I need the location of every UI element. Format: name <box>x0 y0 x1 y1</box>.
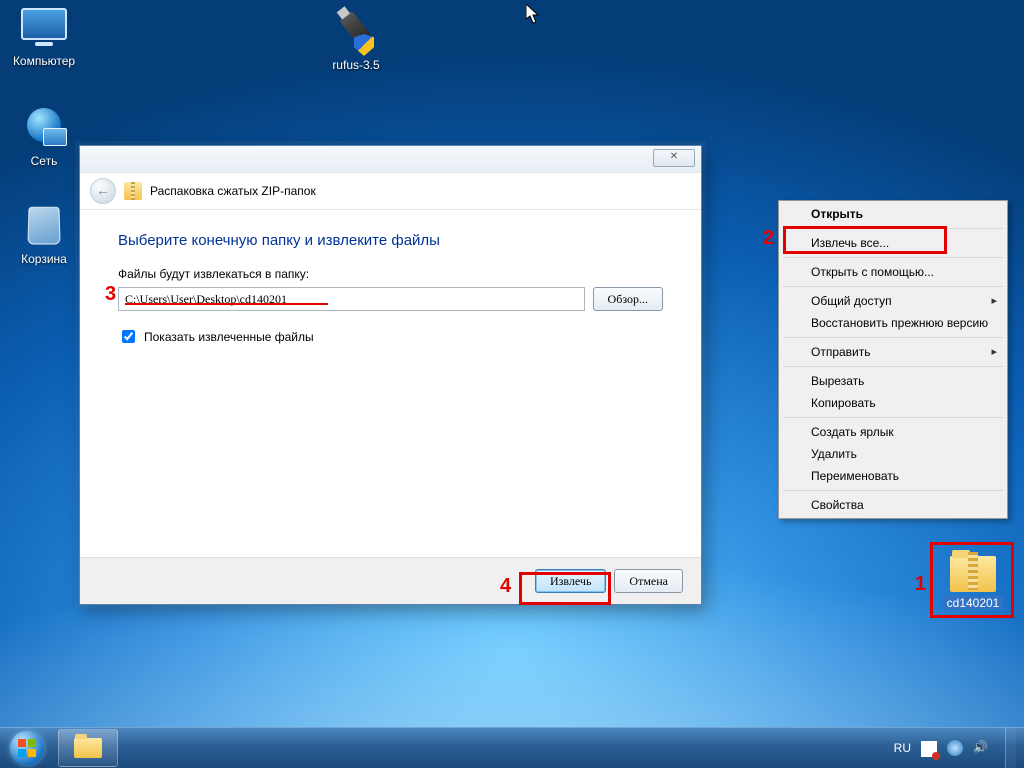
context-menu-sharing[interactable]: Общий доступ <box>781 290 1005 312</box>
show-extracted-label: Показать извлеченные файлы <box>144 330 314 344</box>
folder-icon <box>74 738 102 758</box>
close-icon: ✕ <box>670 151 678 162</box>
uac-shield-icon <box>354 34 374 56</box>
back-button[interactable] <box>90 178 116 204</box>
dialog-title: Распаковка сжатых ZIP-папок <box>150 184 316 198</box>
context-menu-restore-previous[interactable]: Восстановить прежнюю версию <box>781 312 1005 334</box>
computer-icon <box>21 8 67 40</box>
desktop-icon-recycle-bin[interactable]: Корзина <box>6 206 82 266</box>
context-menu-extract-all[interactable]: Извлечь все... <box>781 232 1005 254</box>
context-menu-cut[interactable]: Вырезать <box>781 370 1005 392</box>
dialog-heading: Выберите конечную папку и извлеките файл… <box>118 232 663 249</box>
context-menu-create-shortcut[interactable]: Создать ярлык <box>781 421 1005 443</box>
annotation-number: 1 <box>915 574 926 594</box>
desktop-icon-computer[interactable]: Компьютер <box>6 8 82 68</box>
system-tray: RU <box>894 728 1024 768</box>
desktop-icon-network[interactable]: Сеть <box>6 108 82 168</box>
network-icon <box>27 108 61 142</box>
recycle-bin-icon <box>27 207 60 245</box>
windows-logo-icon <box>10 731 44 765</box>
volume-tray-icon[interactable] <box>973 740 989 756</box>
start-button[interactable] <box>0 728 54 768</box>
destination-path-input[interactable] <box>118 287 585 311</box>
desktop-icon-zipfile[interactable]: cd140201 <box>938 556 1008 610</box>
dialog-titlebar[interactable]: ✕ <box>80 146 701 173</box>
mouse-cursor-icon <box>526 4 540 24</box>
context-menu-delete[interactable]: Удалить <box>781 443 1005 465</box>
context-menu-copy[interactable]: Копировать <box>781 392 1005 414</box>
zip-folder-icon <box>950 556 996 592</box>
desktop-icon-label: rufus-3.5 <box>318 58 394 72</box>
extract-button[interactable]: Извлечь <box>535 569 606 593</box>
language-indicator[interactable]: RU <box>894 741 911 755</box>
context-menu-rename[interactable]: Переименовать <box>781 465 1005 487</box>
extract-wizard-dialog: ✕ Распаковка сжатых ZIP-папок Выберите к… <box>79 145 702 605</box>
desktop-icon-label: Корзина <box>6 252 82 266</box>
show-extracted-checkbox[interactable]: Показать извлеченные файлы <box>118 327 663 346</box>
context-menu-properties[interactable]: Свойства <box>781 494 1005 516</box>
annotation-number: 2 <box>763 228 774 248</box>
show-extracted-checkbox-input[interactable] <box>122 330 135 343</box>
desktop-icon-label: cd140201 <box>943 596 1004 610</box>
taskbar: RU <box>0 727 1024 768</box>
context-menu-open-with[interactable]: Открыть с помощью... <box>781 261 1005 283</box>
close-button[interactable]: ✕ <box>653 149 695 167</box>
desktop-icon-label: Компьютер <box>6 54 82 68</box>
network-tray-icon[interactable] <box>947 740 963 756</box>
destination-label: Файлы будут извлекаться в папку: <box>118 267 663 281</box>
zip-folder-icon <box>124 182 142 200</box>
context-menu-open[interactable]: Открыть <box>781 203 1005 225</box>
context-menu: Открыть Извлечь все... Открыть с помощью… <box>778 200 1008 519</box>
show-desktop-button[interactable] <box>1005 728 1016 768</box>
desktop-icon-rufus[interactable]: rufus-3.5 <box>318 8 394 72</box>
context-menu-send-to[interactable]: Отправить <box>781 341 1005 363</box>
cancel-button[interactable]: Отмена <box>614 569 683 593</box>
desktop-icon-label: Сеть <box>6 154 82 168</box>
browse-button[interactable]: Обзор... <box>593 287 663 311</box>
taskbar-button-explorer[interactable] <box>58 729 118 767</box>
action-center-icon[interactable] <box>921 741 937 757</box>
